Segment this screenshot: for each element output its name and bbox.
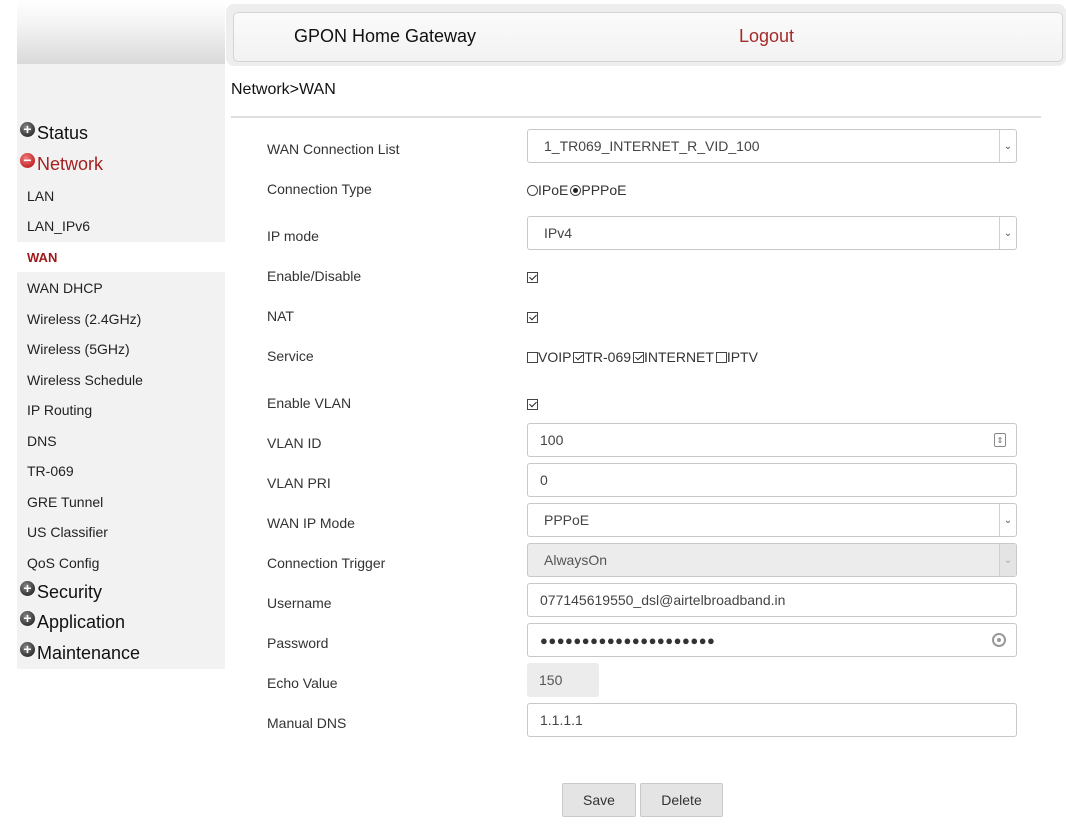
label-connection-type: Connection Type [267,181,372,197]
input-value: 100 [540,432,564,448]
connection-trigger-select: AlwaysOn ⌄ [527,543,1017,577]
nat-checkbox[interactable] [527,312,538,323]
label-service: Service [267,348,314,364]
header-bar: GPON Home Gateway Logout [233,12,1063,62]
sidebar-item-wan[interactable]: WAN [17,242,225,272]
username-input[interactable]: 077145619550_dsl@airtelbroadband.in [527,583,1017,617]
delete-button[interactable]: Delete [640,783,723,817]
chevron-down-icon: ⌄ [999,504,1016,536]
sidebar-category-status[interactable]: + Status [17,119,225,147]
connection-type-radio-group: IPoE PPPoE [527,182,629,198]
label-enable-vlan: Enable VLAN [267,395,352,411]
enable-vlan-row [527,396,538,412]
category-label: Maintenance [37,642,141,663]
plus-circle-icon: + [20,580,35,596]
service-label-tr069: TR-069 [584,349,632,365]
sidebar-category-security[interactable]: + Security [17,578,225,606]
chevron-down-icon: ⌄ [999,217,1016,249]
chevron-down-icon: ⌄ [999,130,1016,162]
label-ip-mode: IP mode [267,228,319,244]
vlan-pri-input[interactable]: 0 [527,463,1017,497]
label-wan-ip-mode: WAN IP Mode [267,515,355,531]
logout-link[interactable]: Logout [739,26,794,47]
enable-disable-row [527,269,538,285]
enable-disable-checkbox[interactable] [527,272,538,283]
label-vlan-id: VLAN ID [267,435,322,451]
sidebar-item-lan[interactable]: LAN [17,181,225,211]
category-label: Network [37,153,104,174]
save-button[interactable]: Save [562,783,636,817]
sidebar-item-dns[interactable]: DNS [17,426,225,456]
select-value: 1_TR069_INTERNET_R_VID_100 [544,138,760,154]
service-label-voip: VOIP [538,349,572,365]
category-label: Security [37,581,103,602]
chevron-down-icon: ⌄ [999,544,1016,576]
sidebar-item-wan-dhcp[interactable]: WAN DHCP [17,273,225,303]
eye-icon[interactable] [992,633,1006,647]
input-value: 0 [540,472,548,488]
sidebar-category-network[interactable]: − Network [17,150,225,178]
service-checkbox-group: VOIP TR-069 INTERNET IPTV [527,349,760,365]
select-value: PPPoE [544,512,590,528]
password-mask: ●●●●●●●●●●●●●●●●●●●●● [540,632,716,648]
wan-ip-mode-select[interactable]: PPPoE ⌄ [527,503,1017,537]
sidebar-item-gre-tunnel[interactable]: GRE Tunnel [17,487,225,517]
label-connection-trigger: Connection Trigger [267,555,386,571]
minus-circle-icon: − [20,152,35,168]
sidebar-item-us-classifier[interactable]: US Classifier [17,517,225,547]
vlan-id-input[interactable]: 100 ⇕ [527,423,1017,457]
service-tr069-checkbox[interactable] [573,352,585,363]
enable-vlan-checkbox[interactable] [527,399,538,410]
gateway-title: GPON Home Gateway [294,26,477,46]
manual-dns-input[interactable]: 1.1.1.1 [527,703,1017,737]
input-value: 077145619550_dsl@airtelbroadband.in [540,592,786,608]
sidebar-item-qos-config[interactable]: QoS Config [17,548,225,578]
category-label: Status [37,122,89,143]
number-spinner-icon[interactable]: ⇕ [994,433,1006,447]
label-vlan-pri: VLAN PRI [267,475,331,491]
radio-ipoe[interactable] [527,185,538,196]
radio-pppoe[interactable] [570,185,582,196]
label-manual-dns: Manual DNS [267,715,347,731]
label-password: Password [267,635,329,651]
ip-mode-select[interactable]: IPv4 ⌄ [527,216,1017,250]
service-label-iptv: IPTV [726,349,758,365]
label-echo-value: Echo Value [267,675,338,691]
select-value: AlwaysOn [544,552,608,568]
label-username: Username [267,595,332,611]
sidebar-category-application[interactable]: + Application [17,608,225,636]
sidebar-item-wireless-24ghz[interactable]: Wireless (2.4GHz) [17,304,225,334]
sidebar-nav: + Status − Network LAN LAN_IPv6 WAN WAN … [17,64,225,669]
divider [231,116,1041,118]
sidebar-item-wireless-schedule[interactable]: Wireless Schedule [17,365,225,395]
sidebar-category-maintenance[interactable]: + Maintenance [17,639,225,667]
input-value: 1.1.1.1 [540,712,583,728]
breadcrumb: Network>WAN [231,81,336,98]
sidebar-item-tr069[interactable]: TR-069 [17,456,225,486]
sidebar-item-ip-routing[interactable]: IP Routing [17,395,225,425]
sidebar-item-wireless-5ghz[interactable]: Wireless (5GHz) [17,334,225,364]
plus-circle-icon: + [20,121,35,137]
service-internet-checkbox[interactable] [632,352,644,363]
sidebar-item-lan-ipv6[interactable]: LAN_IPv6 [17,211,225,241]
wan-connection-list-select[interactable]: 1_TR069_INTERNET_R_VID_100 ⌄ [527,129,1017,163]
service-iptv-checkbox[interactable] [715,352,727,363]
label-wan-connection-list: WAN Connection List [267,141,400,157]
echo-value-field: 150 [527,663,599,697]
plus-circle-icon: + [20,610,35,626]
select-value: IPv4 [544,225,573,241]
nat-row [527,309,538,325]
service-voip-checkbox[interactable] [527,352,538,363]
plus-circle-icon: + [20,641,35,657]
category-label: Application [37,611,126,632]
password-input[interactable]: ●●●●●●●●●●●●●●●●●●●●● [527,623,1017,657]
label-enable-disable: Enable/Disable [267,268,362,284]
radio-label-pppoe: PPPoE [581,182,627,198]
radio-label-ipoe: IPoE [538,182,569,198]
logo-area [17,0,225,64]
service-label-internet: INTERNET [643,349,714,365]
label-nat: NAT [267,308,294,324]
input-value: 150 [539,672,563,688]
